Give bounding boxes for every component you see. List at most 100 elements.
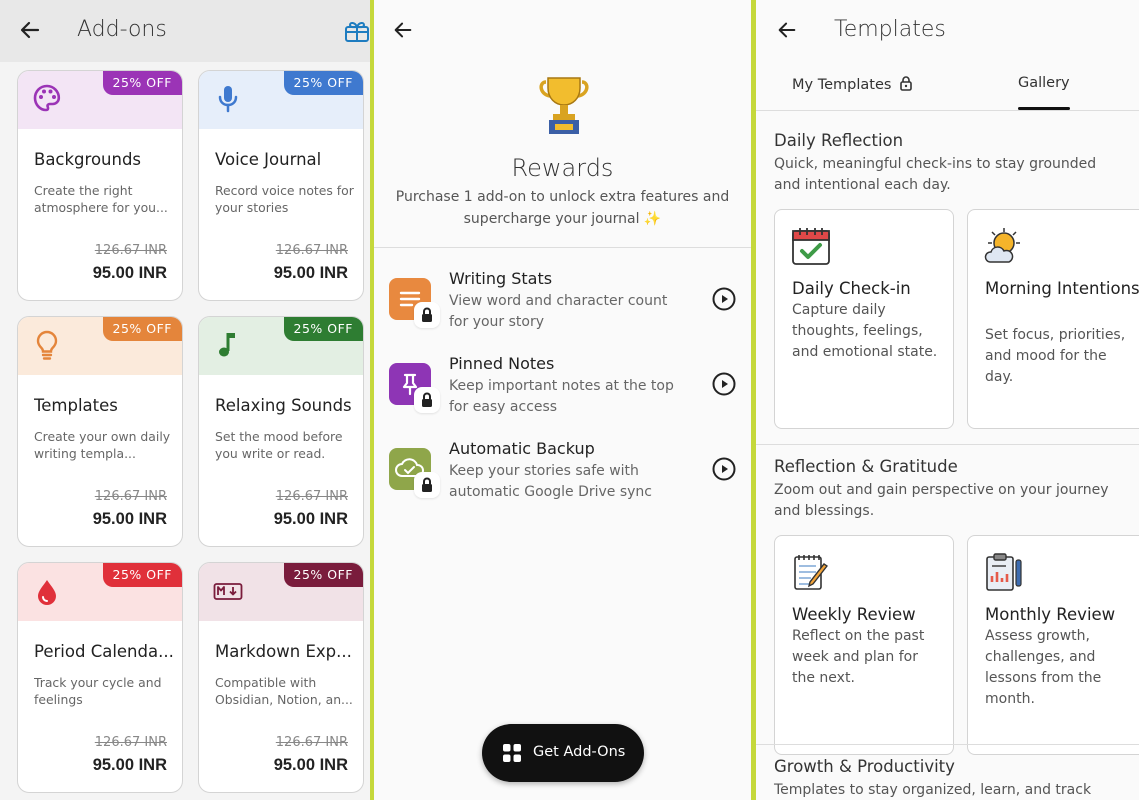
original-price: 126.67 INR [275, 489, 348, 504]
original-price: 126.67 INR [275, 243, 348, 258]
discount-badge: 25% OFF [283, 317, 363, 341]
addon-name: Markdown Exp... [215, 642, 352, 661]
divider [756, 444, 1139, 445]
addon-description: Create the right atmosphere for you... [34, 183, 168, 215]
lock-icon [422, 307, 432, 322]
template-card-daily-check-in[interactable]: Daily Check-in Capture daily thoughts, f… [774, 209, 954, 429]
trophy-icon [539, 77, 589, 134]
addon-description: Record voice notes for your stories [215, 183, 354, 215]
sale-price: 95.00 INR [273, 264, 348, 282]
lock-icon [900, 76, 912, 91]
template-name: Weekly Review [792, 605, 916, 624]
original-price: 126.67 INR [275, 735, 348, 750]
grid-icon [503, 744, 521, 762]
get-addons-button[interactable]: Get Add-Ons [482, 724, 644, 782]
lock-badge [414, 302, 440, 328]
page-title: Add-ons [77, 17, 167, 42]
arrow-left-icon [20, 21, 40, 39]
addon-name: Voice Journal [215, 150, 322, 169]
tab-label: Gallery [1018, 75, 1070, 91]
discount-badge: 25% OFF [283, 71, 363, 95]
addon-name: Backgrounds [34, 150, 142, 169]
reward-item-writing-stats[interactable]: Writing Stats View word and character co… [374, 262, 751, 342]
addon-description: Track your cycle and feelings [34, 675, 162, 707]
sale-price: 95.00 INR [273, 756, 348, 774]
template-name: Morning Intentions [985, 279, 1139, 298]
reward-item-automatic-backup[interactable]: Automatic Backup Keep your stories safe … [374, 432, 751, 512]
section-title: Daily Reflection [774, 131, 904, 150]
lock-icon [422, 477, 432, 492]
reward-description: View word and character count for your s… [449, 293, 668, 330]
template-card-monthly-review[interactable]: Monthly Review Assess growth, challenges… [967, 535, 1139, 755]
tab-my-templates[interactable]: My Templates [792, 75, 913, 93]
sale-price: 95.00 INR [273, 510, 348, 528]
addons-screen: Add-ons 25% OFF Backgrounds Create the r… [0, 0, 370, 800]
discount-badge: 25% OFF [102, 71, 182, 95]
clipboard-chart-icon [986, 553, 1022, 591]
back-button[interactable] [18, 18, 42, 46]
reward-name: Automatic Backup [449, 439, 595, 458]
discount-badge: 25% OFF [102, 563, 182, 587]
play-icon[interactable] [712, 372, 736, 396]
palette-icon [33, 84, 61, 112]
addon-card-relaxing-sounds[interactable]: 25% OFF Relaxing Sounds Set the mood bef… [198, 316, 364, 547]
back-button[interactable] [776, 19, 798, 45]
divider [756, 110, 1139, 111]
addon-card-voice-journal[interactable]: 25% OFF Voice Journal Record voice notes… [198, 70, 364, 301]
reward-description: Keep important notes at the top for easy… [449, 378, 674, 415]
template-card-weekly-review[interactable]: Weekly Review Reflect on the past week a… [774, 535, 954, 755]
play-icon[interactable] [712, 457, 736, 481]
reward-name: Pinned Notes [449, 354, 555, 373]
sale-price: 95.00 INR [92, 264, 167, 282]
original-price: 126.67 INR [94, 243, 167, 258]
template-name: Daily Check-in [792, 279, 911, 298]
tab-gallery[interactable]: Gallery [1018, 75, 1070, 91]
lightbulb-icon [36, 330, 58, 360]
markdown-icon [213, 583, 243, 600]
template-card-morning-intentions[interactable]: Morning Intentions Set focus, priorities… [967, 209, 1139, 429]
templates-screen: Templates My Templates Gallery Daily Ref… [756, 0, 1139, 800]
addon-card-templates[interactable]: 25% OFF Templates Create your own daily … [17, 316, 183, 547]
addon-card-period-calendar[interactable]: 25% OFF Period Calenda... Track your cyc… [17, 562, 183, 793]
get-addons-label: Get Add-Ons [533, 744, 626, 760]
rewards-subtitle: Purchase 1 add-on to unlock extra featur… [395, 189, 730, 227]
rewards-screen: Rewards Purchase 1 add-on to unlock extr… [374, 0, 751, 800]
addon-description: Set the mood before you write or read. [215, 429, 343, 461]
original-price: 126.67 INR [94, 735, 167, 750]
notepad-pencil-icon [794, 555, 829, 590]
addon-card-backgrounds[interactable]: 25% OFF Backgrounds Create the right atm… [17, 70, 183, 301]
reward-name: Writing Stats [449, 269, 553, 288]
section-title: Growth & Productivity [774, 757, 955, 776]
discount-badge: 25% OFF [102, 317, 182, 341]
addon-description: Create your own daily writing templa... [34, 429, 171, 461]
arrow-left-icon [394, 22, 412, 38]
arrow-left-icon [778, 22, 796, 38]
template-description: Reflect on the past week and plan for th… [792, 628, 925, 686]
drop-icon [38, 580, 56, 605]
lock-icon [422, 392, 432, 407]
music-note-icon [219, 333, 235, 357]
divider [374, 247, 751, 248]
back-button[interactable] [392, 19, 414, 45]
microphone-icon [218, 86, 238, 113]
addon-description: Compatible with Obsidian, Notion, an... [215, 675, 353, 707]
reward-description: Keep your stories safe with automatic Go… [449, 463, 652, 500]
reward-item-pinned-notes[interactable]: Pinned Notes Keep important notes at the… [374, 347, 751, 427]
template-name: Monthly Review [985, 605, 1116, 624]
sun-cloud-icon [984, 228, 1020, 263]
gift-icon [345, 21, 369, 42]
addon-name: Relaxing Sounds [215, 396, 352, 415]
tab-label: My Templates [792, 77, 892, 93]
rewards-title: Rewards [511, 154, 614, 182]
sale-price: 95.00 INR [92, 510, 167, 528]
lock-badge [414, 472, 440, 498]
sale-price: 95.00 INR [92, 756, 167, 774]
addon-name: Templates [34, 396, 118, 415]
addon-card-markdown-export[interactable]: 25% OFF Markdown Exp... Compatible with … [198, 562, 364, 793]
section-description: Zoom out and gain perspective on your jo… [774, 482, 1109, 519]
calendar-check-icon [792, 228, 830, 265]
play-icon[interactable] [712, 287, 736, 311]
original-price: 126.67 INR [94, 489, 167, 504]
divider [756, 744, 1139, 745]
gift-button[interactable] [344, 18, 370, 44]
